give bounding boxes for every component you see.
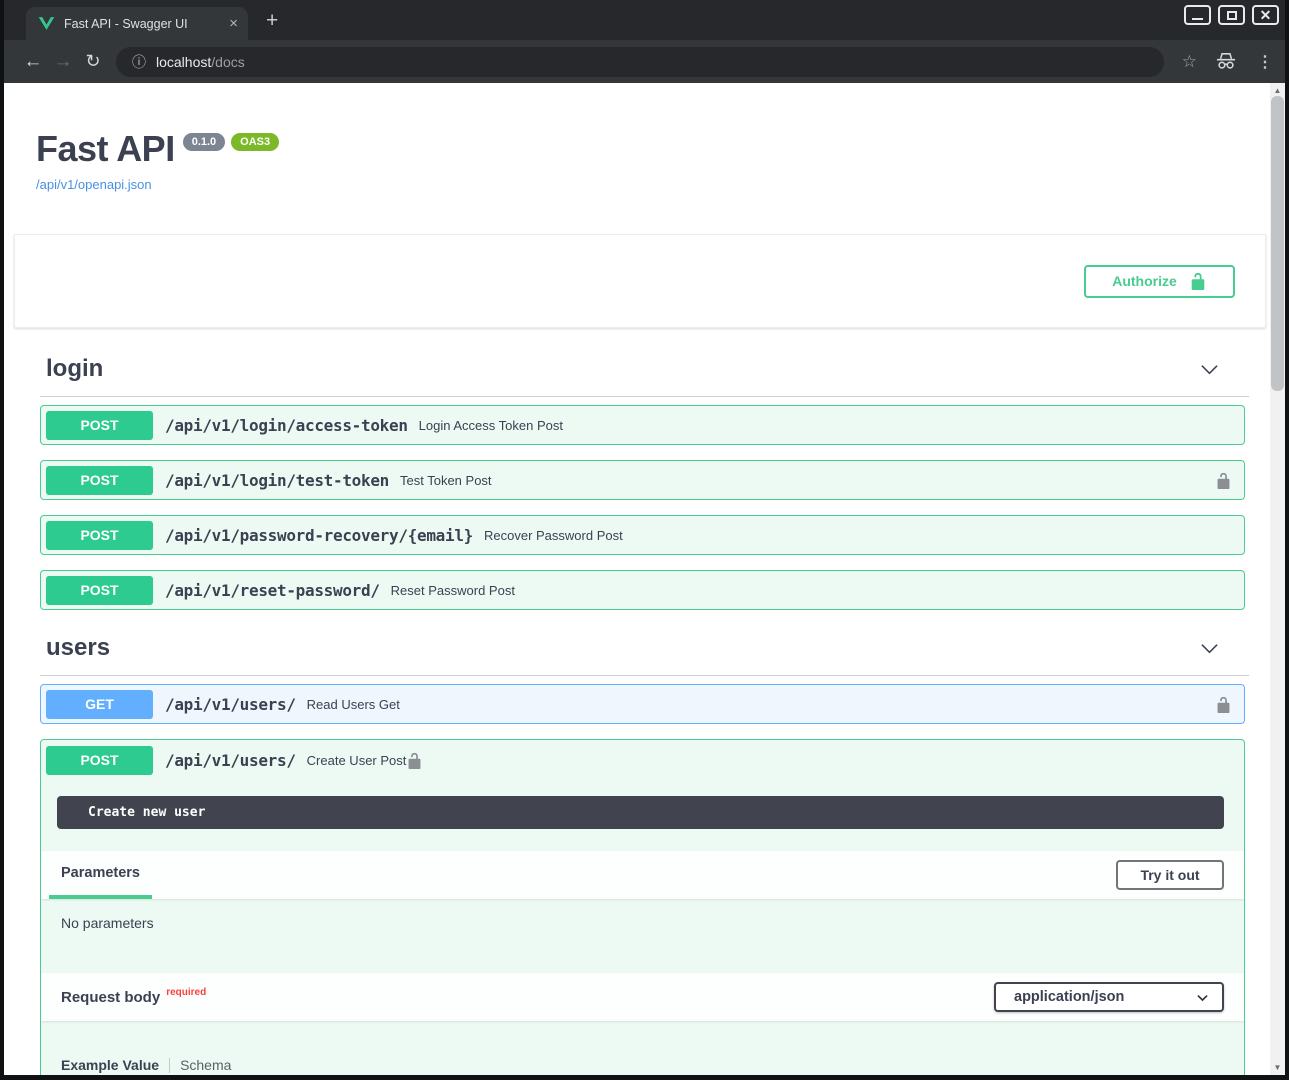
operation-path: /api/v1/users/ bbox=[165, 695, 296, 714]
unlock-icon bbox=[1189, 272, 1207, 290]
scheme-container: Authorize bbox=[14, 234, 1266, 328]
operation-row[interactable]: POST /api/v1/login/test-token Test Token… bbox=[40, 460, 1245, 500]
browser-toolbar: ← → ↻ ⓘ localhost/docs ☆ ⋮ bbox=[4, 40, 1285, 83]
operation-summary: Recover Password Post bbox=[484, 528, 623, 543]
window-controls: ✕ bbox=[1184, 5, 1279, 25]
parameters-header: Parameters Try it out bbox=[41, 851, 1244, 899]
try-it-out-button[interactable]: Try it out bbox=[1116, 860, 1224, 890]
operation-expanded: POST /api/v1/users/ Create User Post Cre… bbox=[40, 739, 1245, 1075]
no-parameters-text: No parameters bbox=[41, 899, 1244, 951]
operation-path: /api/v1/reset-password/ bbox=[165, 581, 380, 600]
required-flag: required bbox=[166, 987, 206, 998]
forward-button[interactable]: → bbox=[48, 51, 78, 73]
minimize-button[interactable] bbox=[1184, 5, 1211, 25]
tab-title: Fast API - Swagger UI bbox=[64, 17, 220, 31]
bookmark-star-icon[interactable]: ☆ bbox=[1182, 52, 1197, 72]
openapi-spec-link[interactable]: /api/v1/openapi.json bbox=[36, 177, 152, 192]
scrollbar-down-arrow[interactable]: ▼ bbox=[1270, 1063, 1285, 1072]
favicon-v-icon bbox=[38, 16, 55, 31]
scrollbar-thumb[interactable] bbox=[1271, 96, 1284, 391]
operation-row[interactable]: POST /api/v1/reset-password/ Reset Passw… bbox=[40, 570, 1245, 610]
method-badge: POST bbox=[46, 521, 153, 550]
authorize-button[interactable]: Authorize bbox=[1084, 265, 1235, 298]
operation-row[interactable]: POST /api/v1/login/access-token Login Ac… bbox=[40, 405, 1245, 445]
operation-path: /api/v1/users/ bbox=[165, 751, 296, 770]
reload-button[interactable]: ↻ bbox=[78, 51, 108, 72]
tab-divider bbox=[169, 1058, 170, 1073]
maximize-icon bbox=[1227, 11, 1237, 20]
section-title: users bbox=[46, 634, 110, 662]
auth-lock-icon[interactable] bbox=[406, 752, 423, 769]
operation-summary: Login Access Token Post bbox=[419, 418, 563, 433]
site-info-icon[interactable]: ⓘ bbox=[132, 52, 146, 72]
chevron-down-icon[interactable] bbox=[1200, 360, 1219, 379]
operation-summary: Test Token Post bbox=[400, 473, 492, 488]
auth-lock-icon[interactable] bbox=[1215, 472, 1232, 489]
request-body-header: Request body required application/json bbox=[41, 973, 1244, 1021]
tab-strip: Fast API - Swagger UI × + ✕ bbox=[4, 0, 1285, 40]
tab-parameters[interactable]: Parameters bbox=[49, 851, 152, 899]
scrollbar-up-arrow[interactable]: ▲ bbox=[1270, 86, 1285, 95]
page-viewport: Fast API 0.1.0 OAS3 /api/v1/openapi.json… bbox=[4, 83, 1285, 1075]
api-info: Fast API 0.1.0 OAS3 /api/v1/openapi.json bbox=[4, 83, 1270, 194]
browser-window: Fast API - Swagger UI × + ✕ ← → ↻ ⓘ loca… bbox=[0, 0, 1289, 1080]
new-tab-button[interactable]: + bbox=[266, 9, 278, 33]
version-badge: 0.1.0 bbox=[183, 133, 225, 151]
section-title: login bbox=[46, 355, 103, 383]
operation-path: /api/v1/password-recovery/{email} bbox=[165, 526, 473, 545]
url-path: /docs bbox=[211, 54, 244, 70]
operation-row[interactable]: GET /api/v1/users/ Read Users Get bbox=[40, 684, 1245, 724]
browser-tab[interactable]: Fast API - Swagger UI × bbox=[26, 7, 248, 40]
operation-summary: Read Users Get bbox=[307, 697, 400, 712]
authorize-label: Authorize bbox=[1112, 273, 1177, 289]
section-header-users[interactable]: users bbox=[40, 634, 1249, 676]
tab-close-icon[interactable]: × bbox=[229, 16, 238, 31]
operation-description: Create new user bbox=[57, 796, 1224, 829]
tab-example-value[interactable]: Example Value bbox=[61, 1057, 159, 1073]
method-badge: POST bbox=[46, 466, 153, 495]
operation-path: /api/v1/login/test-token bbox=[165, 471, 389, 490]
maximize-button[interactable] bbox=[1218, 5, 1245, 25]
operation-summary: Reset Password Post bbox=[391, 583, 515, 598]
close-icon: ✕ bbox=[1260, 8, 1272, 22]
example-schema-tabs: Example Value Schema bbox=[61, 1057, 1244, 1073]
method-badge: POST bbox=[46, 576, 153, 605]
auth-lock-icon[interactable] bbox=[1215, 696, 1232, 713]
oas3-badge: OAS3 bbox=[231, 133, 279, 151]
page-scrollbar[interactable]: ▲ ▼ bbox=[1270, 83, 1285, 1075]
menu-dots-icon[interactable]: ⋮ bbox=[1257, 52, 1273, 72]
address-bar[interactable]: ⓘ localhost/docs bbox=[116, 47, 1164, 77]
close-button[interactable]: ✕ bbox=[1252, 5, 1279, 25]
section-header-login[interactable]: login bbox=[40, 355, 1249, 397]
method-badge: GET bbox=[46, 690, 153, 719]
request-body-label: Request body bbox=[61, 989, 160, 1006]
operation-row[interactable]: POST /api/v1/password-recovery/{email} R… bbox=[40, 515, 1245, 555]
incognito-icon bbox=[1215, 52, 1237, 71]
tab-schema[interactable]: Schema bbox=[180, 1057, 231, 1073]
minimize-icon bbox=[1192, 18, 1203, 20]
operation-summary: Create User Post bbox=[307, 753, 407, 768]
operation-path: /api/v1/login/access-token bbox=[165, 416, 408, 435]
media-type-select[interactable]: application/json bbox=[994, 982, 1224, 1012]
chevron-down-icon bbox=[1196, 991, 1209, 1004]
method-badge: POST bbox=[46, 411, 153, 440]
back-button[interactable]: ← bbox=[18, 51, 48, 73]
url-host: localhost bbox=[156, 54, 211, 70]
method-badge: POST bbox=[46, 746, 153, 775]
media-type-value: application/json bbox=[1014, 989, 1124, 1005]
page-title: Fast API bbox=[36, 131, 175, 167]
operation-summary-row[interactable]: POST /api/v1/users/ Create User Post bbox=[41, 740, 1244, 780]
chevron-down-icon[interactable] bbox=[1200, 639, 1219, 658]
